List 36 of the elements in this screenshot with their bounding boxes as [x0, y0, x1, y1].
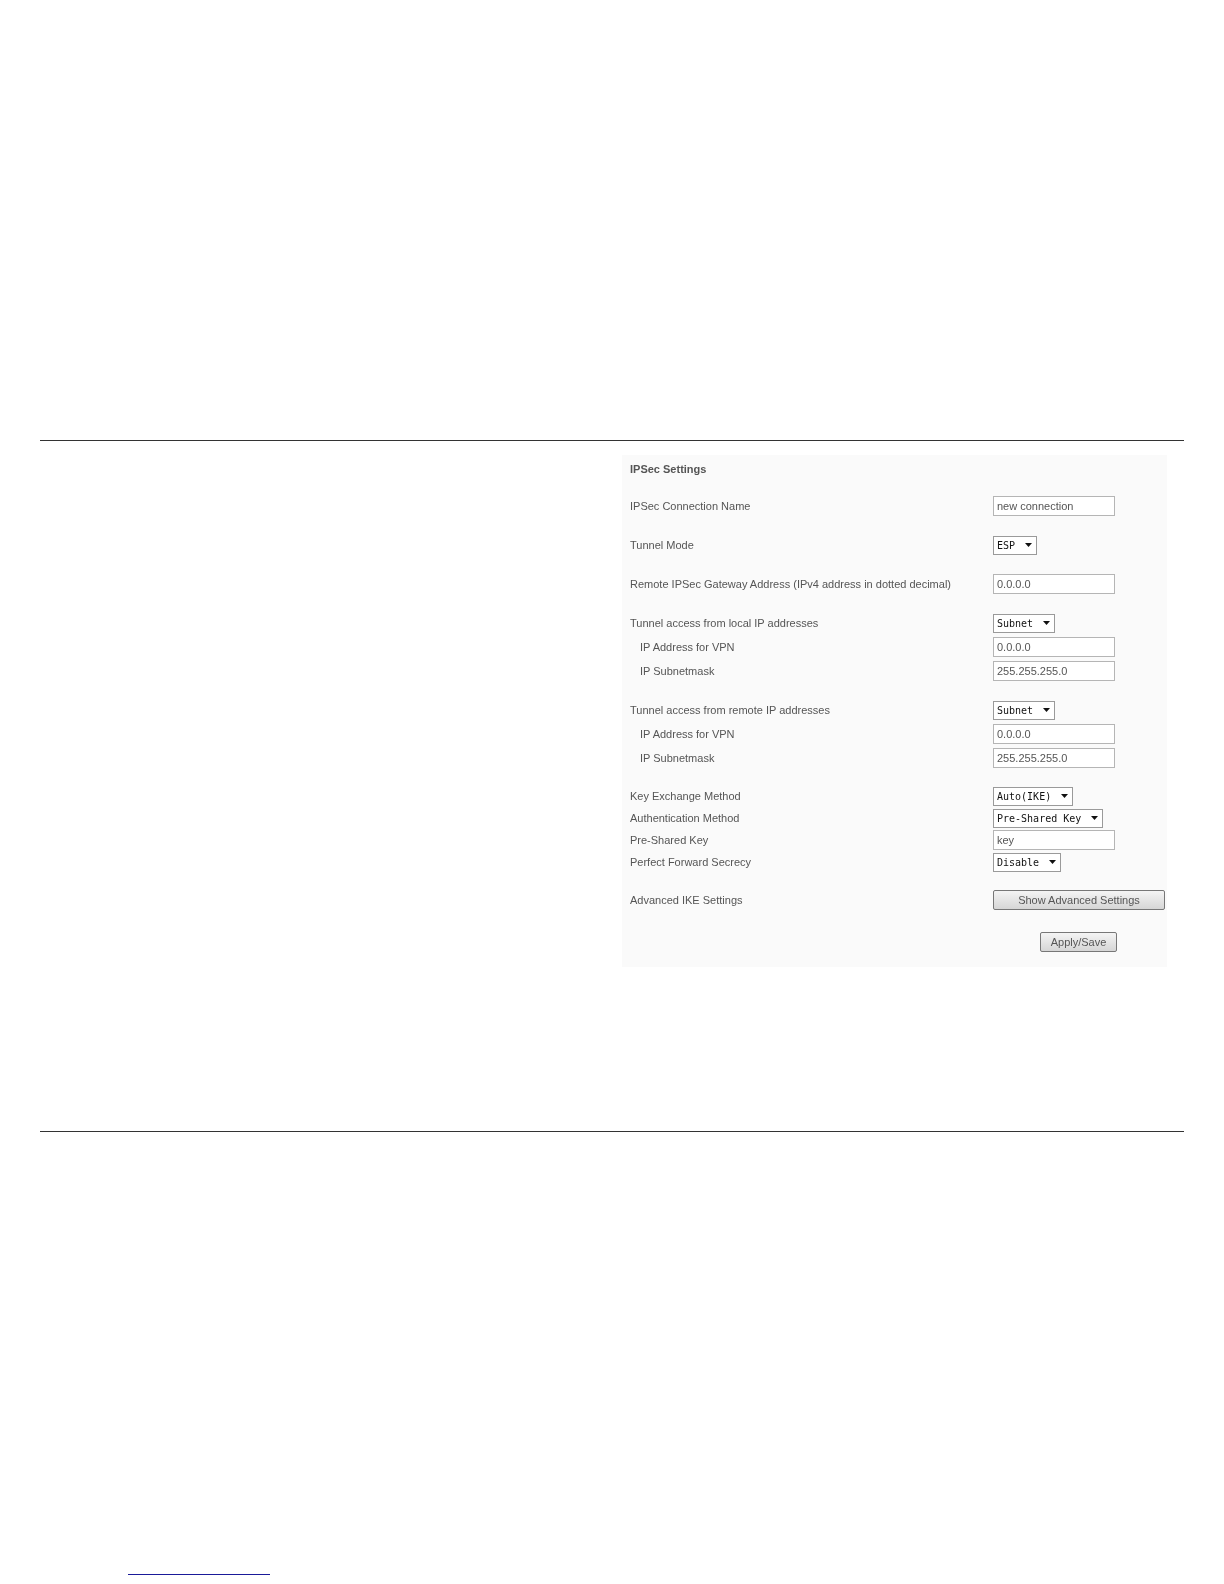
dropdown[interactable]: Subnet [993, 700, 1056, 720]
field-label: Key Exchange Method [630, 788, 742, 804]
field-label: IP Subnetmask [639, 663, 716, 679]
panel-title: IPSec Settings [630, 462, 708, 477]
caret-icon [1043, 621, 1051, 625]
caret-icon [1025, 543, 1033, 547]
input-field[interactable]: key [993, 830, 1115, 850]
dropdown[interactable]: Disable [993, 852, 1062, 872]
field-label: Remote IPSec Gateway Address (IPv4 address in dotted decimal) [630, 576, 952, 592]
input-field[interactable]: 0.0.0.0 [993, 574, 1115, 594]
field-label: IP Subnetmask [639, 750, 716, 766]
caret-icon [1061, 794, 1069, 798]
input-field[interactable]: 255.255.255.0 [993, 748, 1115, 768]
field-label: IP Address for VPN [639, 726, 736, 742]
field-label: IP Address for VPN [639, 639, 736, 655]
input-field[interactable]: new connection [993, 496, 1115, 516]
field-label: Perfect Forward Secrecy [630, 854, 753, 870]
field-label: Tunnel access from remote IP addresses [630, 702, 831, 718]
caret-icon [1043, 708, 1051, 712]
show-advanced-button[interactable]: Show Advanced Settings [993, 890, 1165, 910]
input-field[interactable]: 0.0.0.0 [993, 637, 1115, 657]
dropdown[interactable]: Subnet [993, 613, 1056, 633]
field-label: Tunnel Mode [630, 537, 695, 553]
input-field[interactable]: 0.0.0.0 [993, 724, 1115, 744]
dropdown[interactable]: ESP [993, 535, 1038, 555]
dropdown[interactable]: Pre-Shared Key [993, 808, 1104, 828]
field-label: Authentication Method [630, 810, 741, 826]
field-label: Tunnel access from local IP addresses [630, 615, 820, 631]
input-field[interactable]: 255.255.255.0 [993, 661, 1115, 681]
caret-icon [1091, 816, 1099, 820]
caret-icon [1049, 860, 1057, 864]
field-label: IPSec Connection Name [630, 498, 752, 514]
dropdown[interactable]: Auto(IKE) [993, 786, 1074, 806]
apply-save-button[interactable]: Apply/Save [1040, 932, 1117, 952]
field-label: Advanced IKE Settings [630, 892, 744, 908]
field-label: Pre-Shared Key [630, 832, 710, 848]
